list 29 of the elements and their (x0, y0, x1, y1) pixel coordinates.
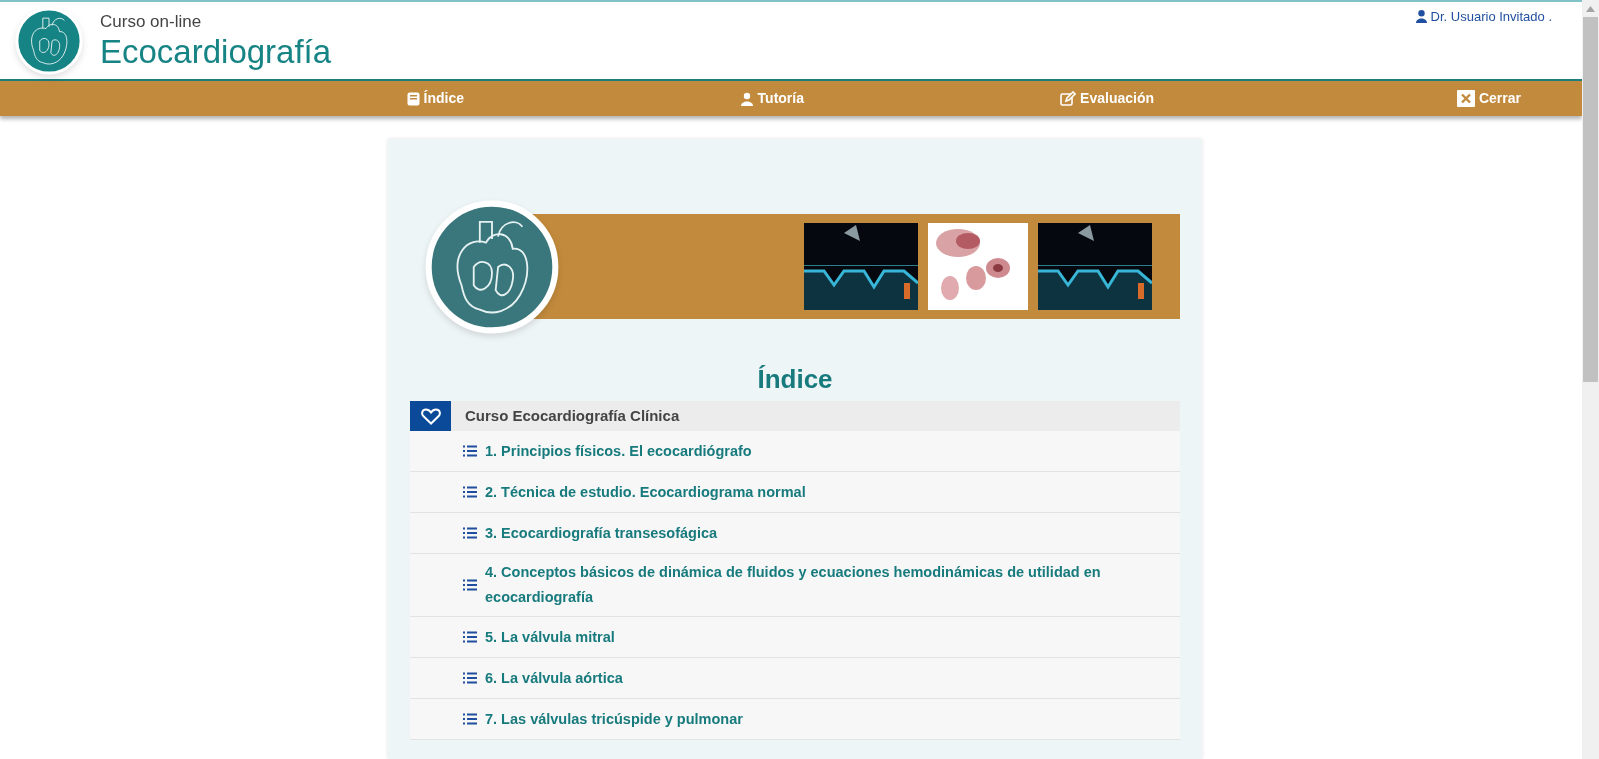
nav-link[interactable]: Evaluación (1060, 88, 1154, 110)
site-title: Ecocardiografía (100, 32, 332, 72)
list-icon (463, 527, 477, 539)
user-icon (739, 91, 754, 106)
index-title: Índice (756, 363, 834, 396)
index-link[interactable]: 5. La válvula mitral (485, 624, 615, 650)
scroll-up-icon[interactable] (1586, 5, 1595, 12)
heart-button[interactable] (410, 401, 451, 431)
scroll-thumb[interactable] (1583, 17, 1598, 382)
book-icon (406, 91, 420, 106)
header-subtitle: Curso on-line (100, 12, 203, 32)
close-icon (1456, 90, 1475, 108)
nav-link[interactable]: Cerrar (1456, 88, 1521, 110)
user-link[interactable]: Dr. Usuario Invitado . (1415, 7, 1552, 27)
nav-link[interactable]: Índice (406, 88, 464, 110)
heart-logo (15, 7, 83, 75)
user-icon (1415, 10, 1427, 24)
list-icon (463, 631, 477, 643)
list-icon (463, 579, 477, 591)
list-icon (463, 445, 477, 457)
heart-icon (420, 407, 441, 425)
nav-link[interactable]: Tutoría (739, 88, 804, 110)
index-link[interactable]: 6. La válvula aórtica (485, 665, 623, 691)
edit-icon (1060, 91, 1077, 107)
list-icon (463, 713, 477, 725)
list-icon (463, 486, 477, 498)
section-title: Curso Ecocardiografía Clínica (465, 405, 680, 426)
list-icon (463, 672, 477, 684)
index-link[interactable]: 3. Ecocardiografía transesofágica (485, 520, 718, 546)
